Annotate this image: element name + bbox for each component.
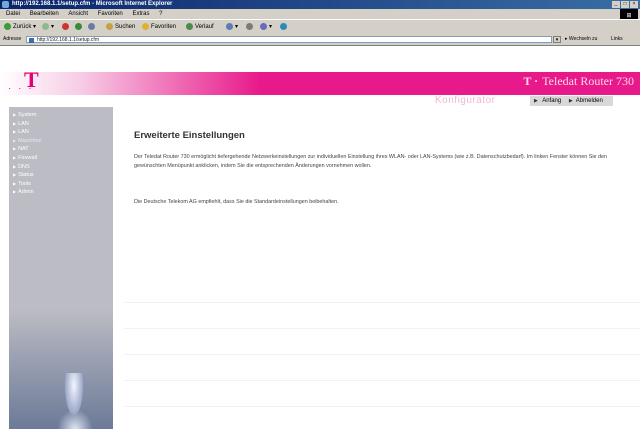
bullet-icon: ▶ — [13, 129, 17, 135]
sidebar: ▶ System ▶ LAN ▶ LAN ▶ Maschine ▶ NAT ▶ Firewa… — [9, 107, 113, 429]
mail-button[interactable]: ▾ — [226, 20, 238, 34]
sidebar-item-lan-2[interactable]: ▶ LAN — [9, 128, 113, 137]
page-title: Erweiterte Einstellungen — [134, 130, 245, 141]
bullet-icon: ▶ — [13, 112, 17, 117]
sidebar-item-machine[interactable]: ▶ Maschine — [9, 137, 113, 146]
browser-window: http://192.168.1.1/setup.cfm - Microsoft… — [0, 0, 640, 429]
sidebar-item-admin[interactable]: ▶ Admin — [9, 188, 113, 197]
address-label: Adresse — [3, 36, 22, 42]
page-header: · · · T T · Teledat Router 730 — [0, 47, 640, 95]
refresh-button[interactable] — [75, 20, 84, 34]
recommendation-paragraph: Die Deutsche Telekom AG empfiehlt, dass … — [134, 199, 339, 205]
menu-tools[interactable]: Extras — [132, 11, 149, 17]
print-button[interactable] — [246, 20, 255, 34]
arrow-right-icon: ▶ — [568, 98, 573, 104]
stop-button[interactable] — [62, 20, 71, 34]
edit-button[interactable]: ▾ — [260, 20, 272, 34]
links-button[interactable]: Links — [611, 34, 623, 45]
sidebar-person-image — [65, 373, 83, 415]
history-icon — [186, 22, 193, 30]
search-icon — [106, 22, 113, 30]
bullet-icon: ▶ — [13, 163, 17, 169]
favorites-button[interactable]: Favoriten — [142, 20, 176, 34]
discuss-button[interactable] — [280, 20, 289, 34]
row-divider — [124, 381, 640, 407]
history-button[interactable]: Verlauf — [186, 20, 214, 34]
home-icon — [88, 22, 95, 30]
section-title: Konfigurator — [435, 95, 496, 106]
close-button[interactable]: × — [630, 1, 638, 8]
home-button[interactable] — [88, 20, 97, 34]
toolbar: Zurück ▾ ▾ Suchen Favoriten Verlauf ▾ ▾ — [0, 19, 640, 34]
sidebar-item-nat[interactable]: ▶ NAT — [9, 145, 113, 154]
page-content: · · · T T · Teledat Router 730 Konfigurat… — [0, 47, 640, 429]
row-divider — [124, 329, 640, 355]
intro-paragraph: Der Teledat Router 730 ermöglicht tiefer… — [134, 154, 608, 169]
telekom-logo[interactable]: T — [24, 69, 39, 91]
refresh-icon — [75, 22, 82, 30]
bullet-icon: ▶ — [13, 137, 17, 143]
row-divider — [124, 277, 640, 303]
back-button[interactable]: Zurück ▾ — [4, 20, 36, 34]
star-icon — [142, 22, 149, 30]
content-rows — [124, 277, 640, 427]
menu-view[interactable]: Ansicht — [68, 11, 88, 17]
mail-icon — [226, 22, 233, 30]
bullet-icon: ▶ — [13, 146, 17, 152]
sidebar-item-status[interactable]: ▶ Status — [9, 171, 113, 180]
row-divider — [124, 303, 640, 329]
bullet-icon: ▶ — [13, 172, 17, 178]
bullet-icon: ▶ — [13, 154, 17, 160]
menu-bar: Datei Bearbeiten Ansicht Favoriten Extra… — [0, 9, 640, 23]
sidebar-item-lan[interactable]: ▶ LAN — [9, 120, 113, 129]
title-bar: http://192.168.1.1/setup.cfm - Microsoft… — [0, 0, 640, 9]
sidebar-item-dns[interactable]: ▶ DNS — [9, 163, 113, 172]
edit-icon — [260, 22, 267, 30]
sidebar-menu: ▶ System ▶ LAN ▶ LAN ▶ Maschine ▶ NAT ▶ Firewa… — [9, 111, 113, 197]
top-navigation: ▶ Anfang ▶ Abmelden — [530, 96, 613, 106]
search-button[interactable]: Suchen — [106, 20, 135, 34]
bullet-icon: ▶ — [13, 180, 17, 186]
go-button[interactable]: ▸ Wechseln zu — [565, 34, 597, 45]
forward-arrow-icon — [42, 22, 49, 30]
forward-button[interactable]: ▾ — [42, 20, 54, 34]
product-name: T · Teledat Router 730 — [523, 74, 634, 88]
maximize-button[interactable]: □ — [621, 1, 629, 8]
minimize-button[interactable]: _ — [612, 1, 620, 8]
telekom-t-icon: T · — [523, 74, 539, 88]
arrow-right-icon: ▶ — [534, 98, 538, 104]
bullet-icon: ▶ — [13, 189, 17, 195]
logout-link[interactable]: ▶ Abmelden — [569, 98, 606, 104]
home-link[interactable]: ▶ Anfang — [534, 98, 564, 104]
address-dropdown-icon[interactable]: ▾ — [553, 36, 561, 43]
internet-explorer-icon — [2, 1, 9, 8]
url-text: http://192.168.1.1/setup.cfm — [37, 37, 99, 43]
menu-favorites[interactable]: Favoriten — [98, 11, 123, 17]
stop-icon — [62, 22, 69, 30]
page-icon — [29, 38, 34, 43]
sidebar-item-system[interactable]: ▶ System — [9, 111, 113, 120]
bullet-icon: ▶ — [13, 120, 17, 126]
url-field[interactable]: http://192.168.1.1/setup.cfm — [26, 36, 552, 43]
row-divider — [124, 355, 640, 381]
menu-help[interactable]: ? — [159, 11, 162, 17]
sidebar-item-tools[interactable]: ▶ Tools — [9, 180, 113, 189]
discuss-icon — [280, 22, 287, 30]
window-title: http://192.168.1.1/setup.cfm - Microsoft… — [12, 1, 173, 7]
printer-icon — [246, 22, 253, 30]
menu-file[interactable]: Datei — [6, 11, 20, 17]
back-arrow-icon — [4, 22, 11, 30]
menu-edit[interactable]: Bearbeiten — [30, 11, 59, 17]
sidebar-item-firewall[interactable]: ▶ Firewall — [9, 154, 113, 163]
address-bar: Adresse http://192.168.1.1/setup.cfm ▾ ▸… — [0, 34, 640, 46]
window-controls: _ □ × — [612, 1, 638, 8]
